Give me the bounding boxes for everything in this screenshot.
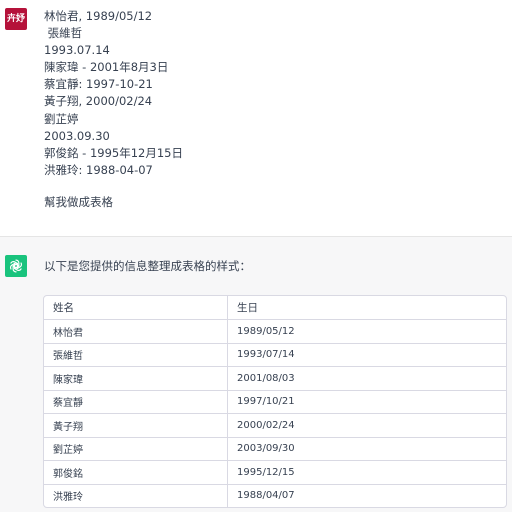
table-row: 蔡宜靜 1997/10/21 bbox=[44, 390, 506, 414]
birthday-cell: 1993/07/14 bbox=[227, 343, 506, 367]
birthday-cell: 2000/02/24 bbox=[227, 413, 506, 438]
birthday-cell: 2003/09/30 bbox=[227, 437, 506, 461]
user-message-line: 蔡宜靜: 1997-10-21 bbox=[44, 77, 153, 92]
column-header-birthday: 生日 bbox=[227, 296, 506, 320]
table-row: 黃子翔 2000/02/24 bbox=[44, 413, 506, 438]
name-cell: 劉芷婷 bbox=[44, 437, 228, 461]
birthday-cell: 1995/12/15 bbox=[227, 460, 506, 485]
user-message-line: 1993.07.14 bbox=[44, 43, 110, 58]
user-message-line: 張維哲 bbox=[44, 26, 83, 41]
name-cell: 林怡君 bbox=[44, 319, 228, 344]
name-cell: 蔡宜靜 bbox=[44, 390, 228, 414]
birthday-cell: 1997/10/21 bbox=[227, 390, 506, 414]
birthday-cell: 2001/08/03 bbox=[227, 366, 506, 391]
column-header-name: 姓名 bbox=[44, 296, 228, 320]
user-request-text: 幫我做成表格 bbox=[44, 195, 113, 209]
user-message-line: 黃子翔, 2000/02/24 bbox=[44, 94, 153, 109]
user-message-line: 劉芷婷 bbox=[44, 111, 79, 126]
table-row: 林怡君 1989/05/12 bbox=[44, 319, 506, 344]
user-message-line: 林怡君, 1989/05/12 bbox=[44, 9, 153, 23]
name-cell: 黃子翔 bbox=[44, 413, 228, 438]
user-message-line: 2003.09.30 bbox=[44, 128, 110, 143]
table-row: 張維哲 1993/07/14 bbox=[44, 343, 506, 367]
user-avatar: 卉妤 bbox=[5, 8, 27, 30]
table-row: 陳家瑋 2001/08/03 bbox=[44, 366, 506, 391]
name-cell: 陳家瑋 bbox=[44, 366, 228, 391]
user-message: 卉妤 林怡君, 1989/05/12 張維哲 1993.07.14 陳家瑋 - … bbox=[0, 0, 512, 236]
table-header-row: 姓名 生日 bbox=[44, 296, 506, 320]
user-message-line: 郭俊銘 - 1995年12月15日 bbox=[44, 145, 183, 160]
openai-logo-icon bbox=[5, 255, 27, 277]
table-row: 劉芷婷 2003/09/30 bbox=[44, 437, 506, 461]
birthday-cell: 1989/05/12 bbox=[227, 319, 506, 344]
name-cell: 張維哲 bbox=[44, 343, 228, 367]
name-cell: 洪雅玲 bbox=[44, 484, 228, 507]
user-message-lines: 林怡君, 1989/05/12 張維哲 1993.07.14 陳家瑋 - 200… bbox=[44, 8, 183, 179]
assistant-message: 以下是您提供的信息整理成表格的样式： 姓名 生日 林怡君 1989/05/12 … bbox=[0, 236, 512, 512]
table-row: 郭俊銘 1995/12/15 bbox=[44, 460, 506, 485]
assistant-intro-text: 以下是您提供的信息整理成表格的样式： bbox=[44, 259, 251, 273]
birthday-cell: 1988/04/07 bbox=[237, 490, 295, 502]
birthday-table: 姓名 生日 林怡君 1989/05/12 張維哲 1993/07/14 陳家瑋 … bbox=[43, 295, 507, 508]
table-row: 洪雅玲 1988/04/07 bbox=[44, 484, 506, 507]
user-message-line: 陳家瑋 - 2001年8月3日 bbox=[44, 60, 169, 75]
user-message-line: 洪雅玲: 1988-04-07 bbox=[44, 162, 153, 177]
name-cell: 郭俊銘 bbox=[44, 460, 228, 485]
